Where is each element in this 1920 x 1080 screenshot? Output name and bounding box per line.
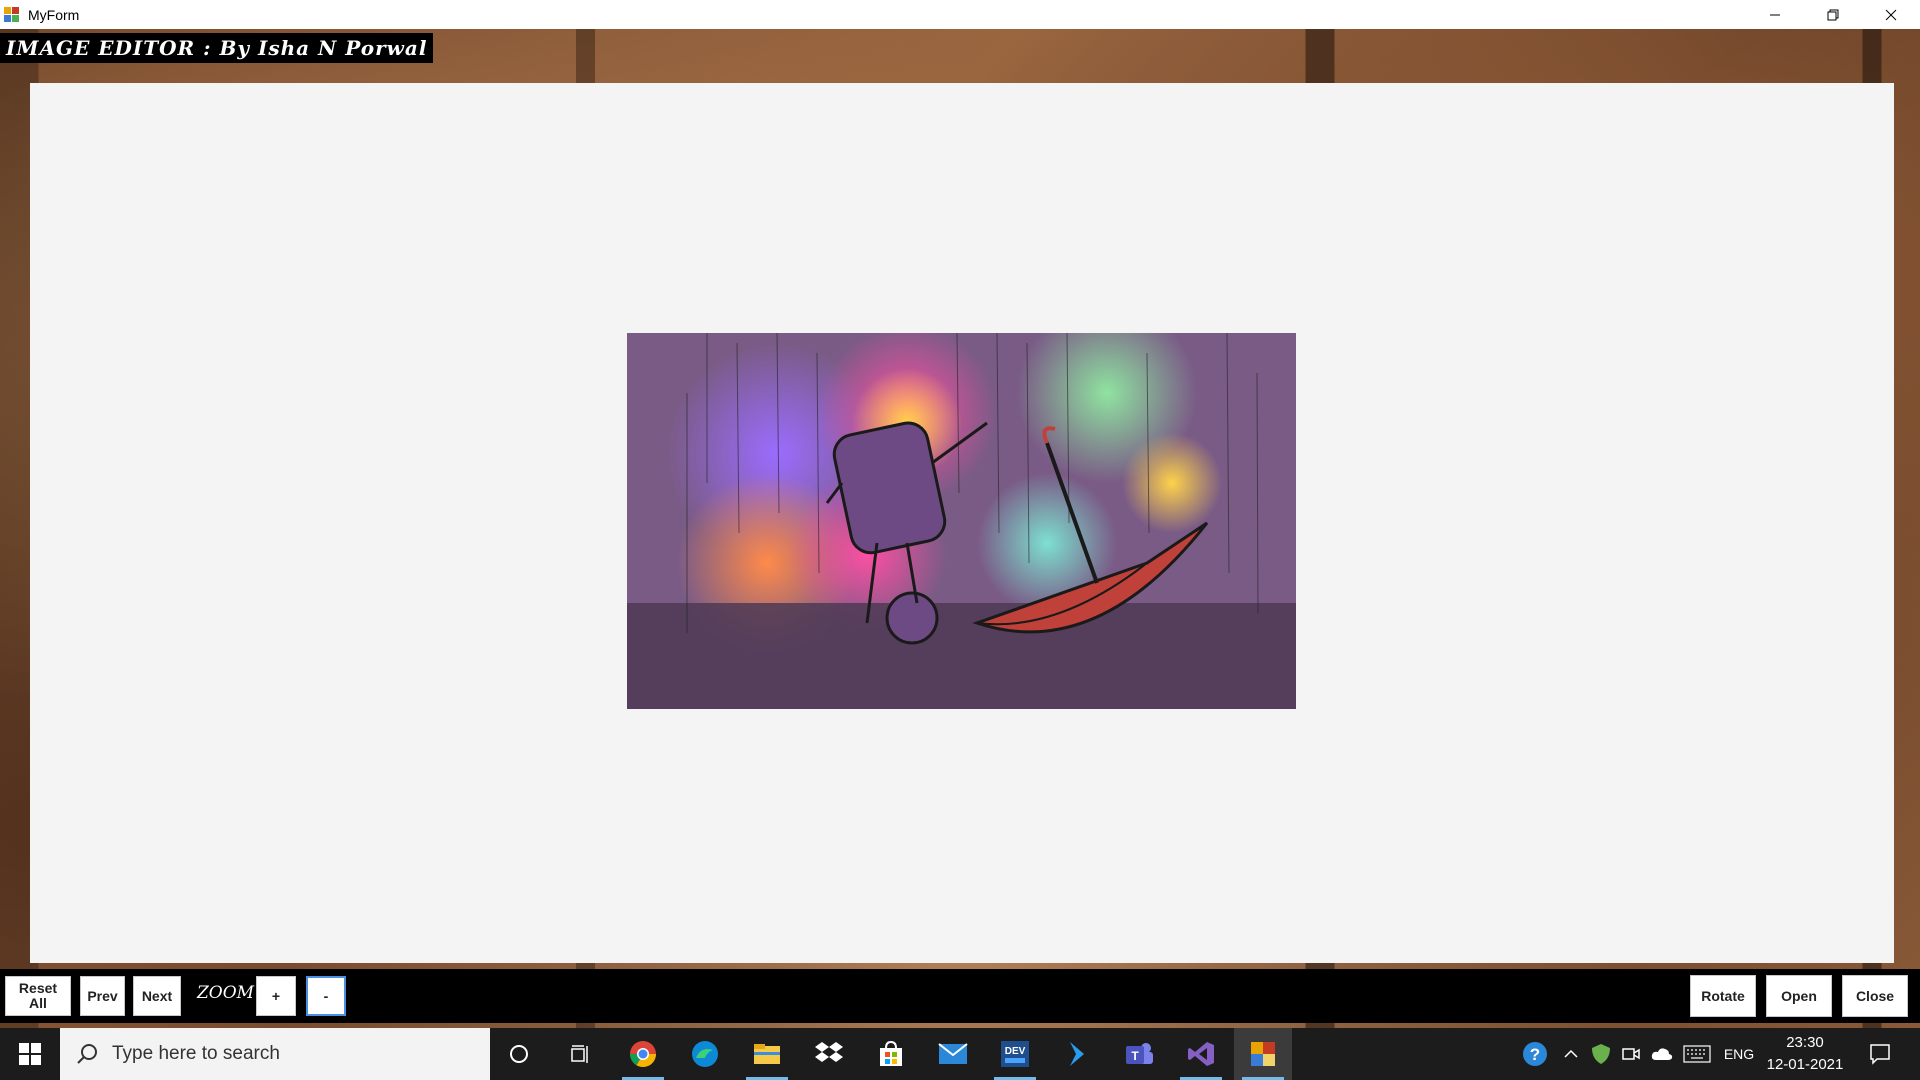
shield-icon	[1592, 1044, 1610, 1064]
show-hidden-icons-button[interactable]	[1558, 1028, 1584, 1080]
app-icon	[4, 6, 20, 23]
myform-app-icon	[1251, 1042, 1275, 1066]
title-bar: MyForm	[0, 0, 1920, 29]
open-button[interactable]: Open	[1766, 975, 1832, 1017]
store-icon	[880, 1041, 902, 1066]
cloud-icon	[1651, 1048, 1673, 1060]
visual-studio-icon	[1188, 1042, 1214, 1066]
windows-icon	[19, 1043, 41, 1065]
store-button[interactable]	[862, 1028, 920, 1080]
teams-icon: T	[1126, 1043, 1153, 1064]
search-box[interactable]: Type here to search	[60, 1028, 490, 1080]
form-heading: IMAGE EDITOR : By Isha N Porwal	[0, 33, 434, 63]
dropbox-icon	[815, 1042, 843, 1062]
shield-tray-button[interactable]	[1588, 1028, 1614, 1080]
help-icon: ?	[1523, 1042, 1547, 1066]
keyboard-icon	[1683, 1045, 1711, 1063]
form-window: IMAGE EDITOR : By Isha N Porwal Reset Al…	[0, 29, 1920, 1028]
meet-now-tray-button[interactable]	[1618, 1028, 1644, 1080]
svg-text:T: T	[1131, 1049, 1139, 1063]
search-placeholder: Type here to search	[112, 1043, 280, 1064]
zoom-label: ZOOM	[197, 983, 255, 1003]
dev-button[interactable]: DEV	[986, 1028, 1044, 1080]
prev-button[interactable]: Prev	[80, 976, 125, 1016]
start-button[interactable]	[0, 1028, 60, 1080]
mail-icon	[938, 1043, 968, 1064]
clock-date: 12-01-2021	[1766, 1056, 1844, 1073]
reset-all-button[interactable]: Reset All	[5, 976, 71, 1016]
dropbox-button[interactable]	[800, 1028, 858, 1080]
close-button[interactable]: Close	[1842, 975, 1908, 1017]
chevron-up-icon	[1564, 1049, 1578, 1058]
cortana-button[interactable]	[490, 1028, 548, 1080]
zoom-out-button[interactable]: -	[306, 976, 346, 1016]
next-button[interactable]: Next	[133, 976, 181, 1016]
minimize-icon	[1770, 14, 1780, 15]
chrome-button[interactable]	[614, 1028, 672, 1080]
close-window-button[interactable]	[1862, 0, 1920, 29]
keyboard-tray-button[interactable]	[1680, 1028, 1714, 1080]
search-icon	[77, 1044, 97, 1064]
cortana-icon	[510, 1045, 528, 1063]
restore-button[interactable]	[1804, 0, 1862, 29]
chrome-icon	[629, 1041, 657, 1068]
rotate-button[interactable]: Rotate	[1690, 975, 1756, 1017]
language-indicator[interactable]: ENG	[1720, 1028, 1758, 1080]
image-canvas	[30, 83, 1894, 963]
zoom-in-button[interactable]: +	[256, 976, 296, 1016]
meet-now-icon	[1622, 1048, 1640, 1060]
myform-taskbar-button[interactable]	[1234, 1028, 1292, 1080]
svg-text:DEV: DEV	[1005, 1046, 1026, 1057]
task-view-button[interactable]	[552, 1028, 610, 1080]
edge-icon	[692, 1041, 718, 1067]
dev-icon: DEV	[1001, 1041, 1029, 1067]
azure-data-studio-button[interactable]	[1048, 1028, 1106, 1080]
close-icon	[1885, 9, 1897, 20]
svg-text:?: ?	[1530, 1045, 1540, 1064]
taskbar: Type here to search DEV T ? ENG 23:30 12…	[0, 1028, 1920, 1080]
file-explorer-icon	[754, 1044, 780, 1064]
notifications-button[interactable]	[1860, 1028, 1900, 1080]
window-title: MyForm	[28, 6, 80, 23]
displayed-image	[627, 333, 1296, 709]
teams-button[interactable]: T	[1110, 1028, 1168, 1080]
task-view-icon	[571, 1045, 588, 1063]
edge-button[interactable]	[676, 1028, 734, 1080]
help-tray-button[interactable]: ?	[1518, 1028, 1552, 1080]
minimize-button[interactable]	[1746, 0, 1804, 29]
notification-icon	[1870, 1044, 1890, 1065]
bottom-toolbar: Reset All Prev Next ZOOM + - Rotate Open…	[0, 969, 1920, 1023]
mail-button[interactable]	[924, 1028, 982, 1080]
visual-studio-button[interactable]	[1172, 1028, 1230, 1080]
file-explorer-button[interactable]	[738, 1028, 796, 1080]
restore-icon	[1827, 9, 1839, 20]
azure-data-studio-icon	[1070, 1042, 1084, 1066]
onedrive-tray-button[interactable]	[1648, 1028, 1676, 1080]
clock-time: 23:30	[1786, 1034, 1824, 1051]
clock[interactable]: 23:30 12-01-2021	[1760, 1028, 1850, 1080]
